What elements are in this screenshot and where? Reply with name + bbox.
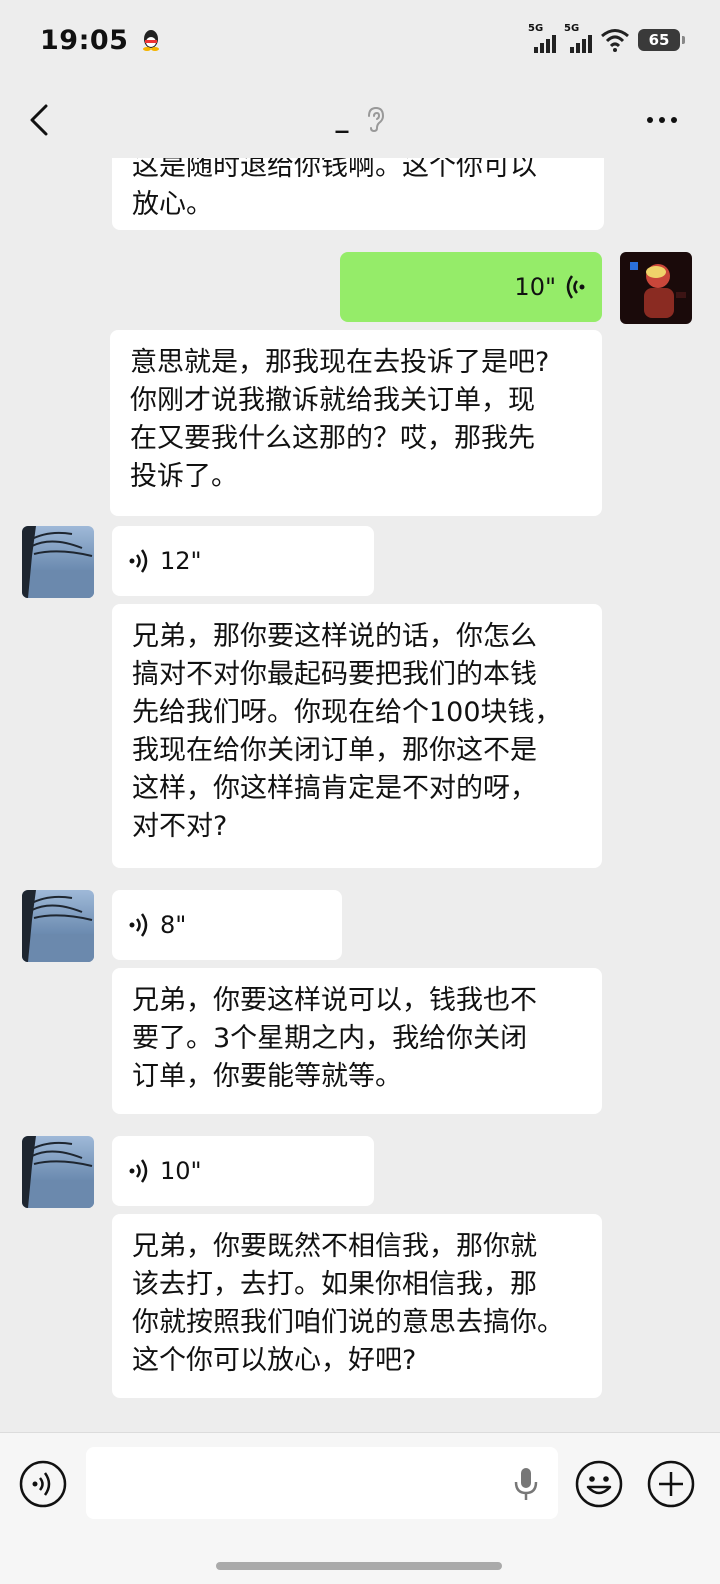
earpiece-mode-icon — [367, 106, 384, 132]
message-list[interactable]: 这是随时退给你钱啊。这个你可以 放心。 10" 意思就是，那我现在去投诉了是吧?… — [0, 158, 720, 1428]
voice-message-incoming[interactable]: 12" — [112, 526, 374, 596]
voice-wave-icon — [129, 1159, 148, 1183]
status-bar: 19:05 5G 5G 65 — [0, 0, 720, 80]
battery-indicator: 65 — [638, 29, 685, 51]
cellular-signal-1-icon: 5G — [528, 23, 556, 53]
contact-avatar[interactable] — [22, 1136, 94, 1208]
more-options-icon[interactable] — [644, 106, 680, 134]
chat-title: _ — [335, 104, 349, 134]
chat-header: _ — [0, 80, 720, 158]
voice-message-incoming[interactable]: 10" — [112, 1136, 374, 1206]
contact-avatar[interactable] — [22, 890, 94, 962]
message-bubble-incoming[interactable]: 这是随时退给你钱啊。这个你可以 放心。 — [112, 158, 604, 230]
wifi-icon — [601, 29, 629, 52]
status-time: 19:05 — [40, 24, 129, 56]
my-avatar[interactable] — [620, 252, 692, 324]
home-indicator[interactable] — [216, 1562, 502, 1570]
voice-message-incoming[interactable]: 8" — [112, 890, 342, 960]
emoji-icon[interactable] — [574, 1459, 624, 1509]
contact-avatar[interactable] — [22, 526, 94, 598]
message-bubble-incoming[interactable]: 意思就是，那我现在去投诉了是吧? 你刚才说我撤诉就给我关订单，现 在又要我什么这… — [110, 330, 602, 516]
qq-notification-icon — [143, 30, 160, 51]
message-input[interactable] — [86, 1447, 558, 1519]
voice-wave-icon — [129, 549, 148, 573]
back-arrow-icon[interactable] — [26, 102, 56, 138]
voice-mode-icon[interactable] — [18, 1459, 68, 1509]
cellular-signal-2-icon: 5G — [564, 23, 592, 53]
microphone-icon[interactable] — [514, 1467, 538, 1501]
message-bubble-incoming[interactable]: 兄弟，你要这样说可以，钱我也不 要了。3个星期之内，我给你关闭 订单，你要能等就… — [112, 968, 602, 1114]
message-bubble-incoming[interactable]: 兄弟，你要既然不相信我，那你就 该去打，去打。如果你相信我，那 你就按照我们咱们… — [112, 1214, 602, 1398]
plus-icon[interactable] — [646, 1459, 696, 1509]
voice-wave-icon — [566, 275, 585, 299]
voice-message-outgoing[interactable]: 10" — [340, 252, 602, 322]
voice-wave-icon — [129, 913, 148, 937]
message-bubble-incoming[interactable]: 兄弟，那你要这样说的话，你怎么 搞对不对你最起码要把我们的本钱 先给我们呀。你现… — [112, 604, 602, 868]
